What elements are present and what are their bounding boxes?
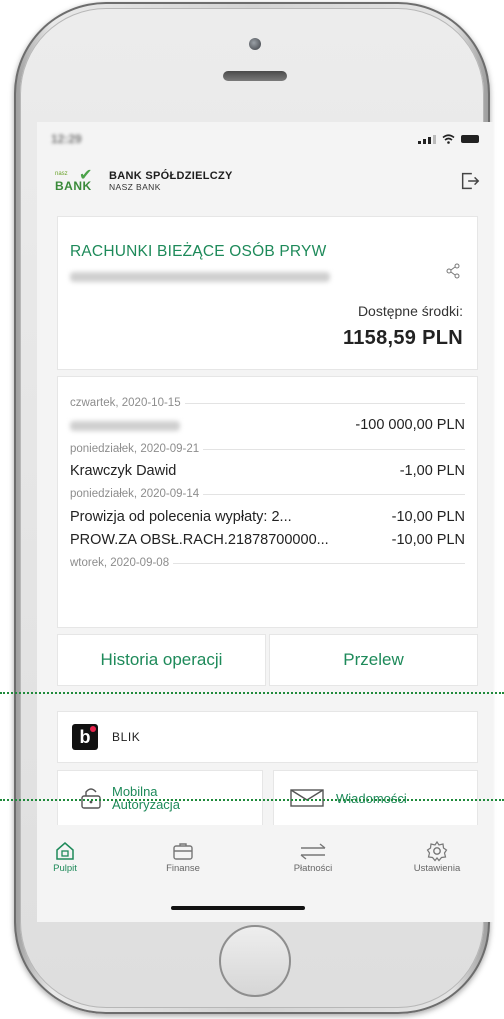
blik-icon: b [72, 724, 98, 750]
transaction-history: czwartek, 2020-10-15 -100 000,00 PLN pon… [57, 376, 478, 628]
transaction-amount: -100 000,00 PLN [355, 417, 465, 433]
messages-label: Wiadomości [336, 790, 407, 806]
transaction-name-redacted [70, 421, 180, 431]
highlight-line-top [0, 692, 504, 694]
envelope-icon [290, 789, 324, 807]
bank-name: BANK SPÓŁDZIELCZY [109, 170, 233, 182]
bank-title: BANK SPÓŁDZIELCZY NASZ BANK [109, 170, 233, 192]
logo-small-text: nasz [55, 171, 68, 177]
app-header: ✔ nasz BANK BANK SPÓŁDZIELCZY NASZ BANK [37, 156, 493, 206]
date-header: czwartek, 2020-10-15 [70, 397, 465, 409]
highlight-line-bottom [0, 799, 504, 801]
transfer-button[interactable]: Przelew [269, 634, 478, 686]
account-title: RACHUNKI BIEŻĄCE OSÓB PRYW [70, 243, 327, 260]
transaction-name: PROW.ZA OBSŁ.RACH.21878700000... [70, 532, 329, 548]
transaction-row[interactable]: Prowizja od polecenia wypłaty: 2... -10,… [70, 509, 465, 525]
transaction-row[interactable]: PROW.ZA OBSŁ.RACH.21878700000... -10,00 … [70, 532, 465, 548]
gear-icon [426, 840, 448, 862]
transaction-amount: -1,00 PLN [399, 463, 465, 479]
date-header: poniedziałek, 2020-09-21 [70, 443, 465, 455]
nav-label: Ustawienia [413, 863, 461, 874]
bottom-nav: Pulpit Finanse Płatności Ustawienia [37, 825, 493, 920]
wifi-icon [442, 134, 455, 144]
date-header: poniedziałek, 2020-09-14 [70, 488, 465, 500]
transfer-arrows-icon [300, 843, 326, 860]
bank-logo: ✔ nasz BANK [55, 163, 99, 199]
battery-icon [461, 135, 479, 143]
nav-label: Finanse [166, 863, 200, 874]
nav-pulpit[interactable]: Pulpit [37, 839, 115, 874]
transaction-amount: -10,00 PLN [391, 532, 465, 548]
logout-icon[interactable] [459, 170, 481, 192]
status-icons [418, 134, 479, 144]
available-funds-label: Dostępne środki: [357, 303, 463, 319]
lock-icon [81, 788, 101, 809]
account-card[interactable]: RACHUNKI BIEŻĄCE OSÓB PRYW Dostępne środ… [57, 216, 478, 370]
app-screen: 12:29 ✔ nasz BANK BANK SPÓŁDZIELCZY NASZ… [37, 122, 493, 922]
history-button[interactable]: Historia operacji [57, 634, 266, 686]
transaction-row[interactable]: -100 000,00 PLN [70, 417, 465, 433]
brand: ✔ nasz BANK BANK SPÓŁDZIELCZY NASZ BANK [55, 163, 233, 199]
speaker-grille [223, 71, 287, 81]
transaction-row[interactable]: Krawczyk Dawid -1,00 PLN [70, 463, 465, 479]
logo-text: BANK [55, 179, 92, 193]
bank-subtitle: NASZ BANK [109, 182, 161, 192]
transaction-name: Krawczyk Dawid [70, 463, 177, 479]
share-icon[interactable] [445, 263, 461, 279]
blik-label: BLIK [112, 730, 141, 744]
camera-icon [249, 38, 261, 50]
transaction-name: Prowizja od polecenia wypłaty: 2... [70, 509, 292, 525]
transaction-amount: -10,00 PLN [391, 509, 465, 525]
nav-label: Płatności [293, 863, 333, 874]
account-number-redacted [70, 272, 330, 282]
wallet-icon [173, 843, 193, 860]
home-indicator[interactable] [171, 906, 305, 910]
available-funds-amount: 1158,59 PLN [342, 327, 463, 349]
mobile-auth-tile[interactable]: Mobilna Autoryzacja [57, 770, 263, 826]
nav-label: Pulpit [53, 863, 77, 874]
nav-ustawienia[interactable]: Ustawienia [387, 839, 487, 874]
status-bar: 12:29 [37, 122, 493, 156]
date-header: wtorek, 2020-09-08 [70, 557, 465, 569]
nav-finanse[interactable]: Finanse [133, 839, 233, 874]
signal-icon [418, 134, 436, 144]
home-button[interactable] [219, 925, 291, 997]
status-time: 12:29 [51, 132, 82, 146]
nav-platnosci[interactable]: Płatności [263, 839, 363, 874]
messages-tile[interactable]: Wiadomości [273, 770, 478, 826]
home-icon [56, 842, 74, 860]
blik-tile[interactable]: b BLIK [57, 711, 478, 763]
